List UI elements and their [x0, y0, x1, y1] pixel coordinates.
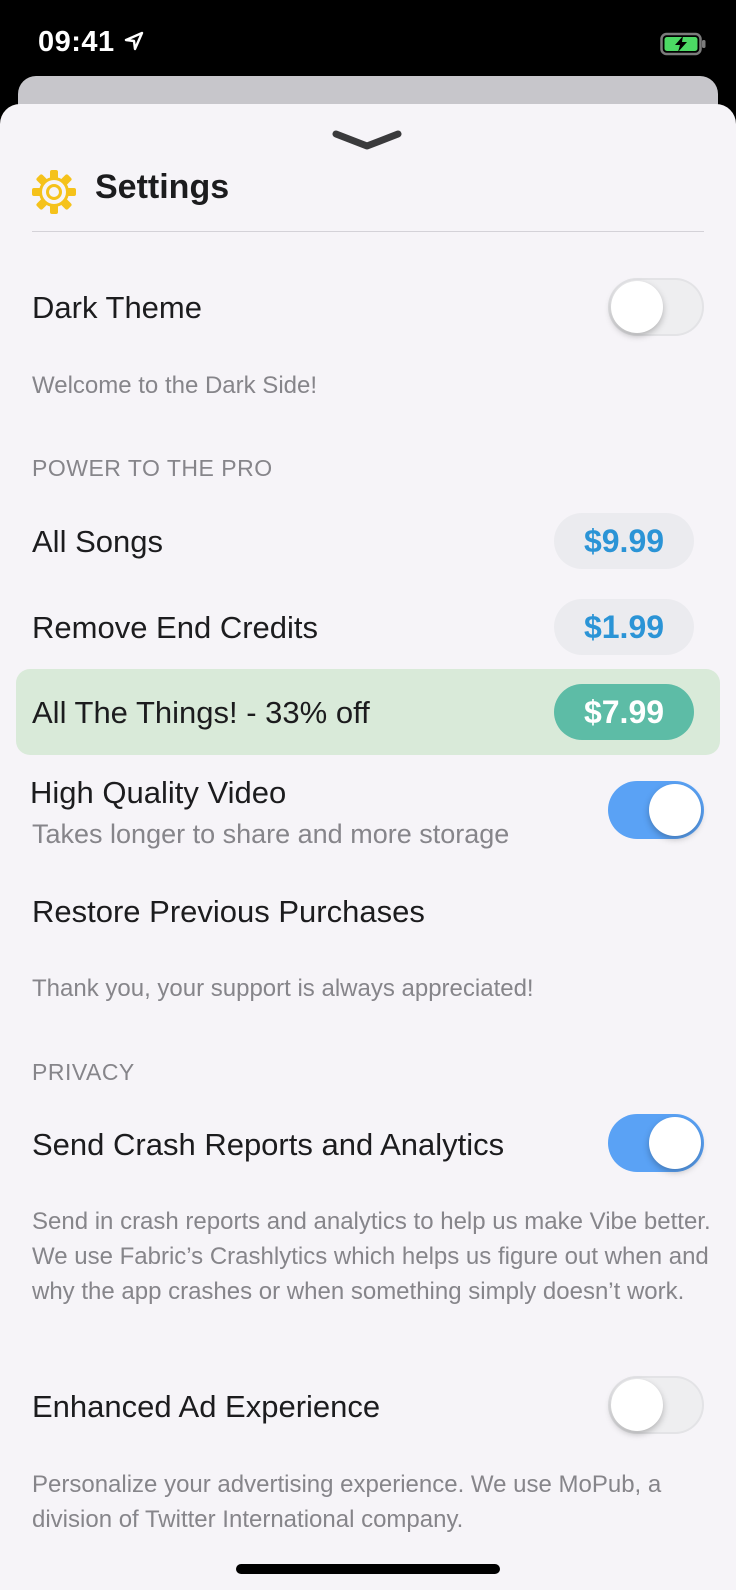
crash-reports-label: Send Crash Reports and Analytics: [32, 1127, 505, 1162]
status-time: 09:41: [38, 26, 115, 58]
pro-section-header: POWER TO THE PRO: [32, 455, 273, 481]
privacy-section-header: PRIVACY: [32, 1059, 135, 1085]
hq-video-toggle[interactable]: [608, 781, 704, 839]
battery-charging-icon: [660, 32, 708, 61]
settings-sheet: Settings Dark Theme Welcome to the Dark …: [0, 104, 736, 1590]
gear-icon: [30, 168, 78, 221]
dark-theme-label: Dark Theme: [32, 290, 202, 325]
enhanced-ads-label: Enhanced Ad Experience: [32, 1389, 381, 1424]
restore-purchases-button[interactable]: Restore Previous Purchases: [32, 894, 425, 930]
remove-credits-price-button[interactable]: $1.99: [554, 599, 694, 655]
header-divider: [32, 231, 704, 232]
crash-reports-footer: Send in crash reports and analytics to h…: [32, 1208, 711, 1305]
crash-reports-toggle[interactable]: [608, 1114, 704, 1172]
hq-video-sublabel: Takes longer to share and more storage: [32, 819, 510, 849]
dark-theme-toggle[interactable]: [608, 278, 704, 336]
toggle-knob: [611, 1379, 663, 1431]
toggle-knob: [649, 784, 701, 836]
all-the-things-label: All The Things! - 33% off: [32, 695, 370, 730]
chevron-down-icon[interactable]: [332, 128, 402, 159]
all-songs-price-button[interactable]: $9.99: [554, 513, 694, 569]
toggle-knob: [649, 1117, 701, 1169]
all-songs-label: All Songs: [32, 524, 163, 559]
location-arrow-icon: [124, 31, 144, 56]
page-title: Settings: [95, 168, 230, 206]
enhanced-ads-toggle[interactable]: [608, 1376, 704, 1434]
remove-credits-label: Remove End Credits: [32, 610, 319, 645]
toggle-knob: [611, 281, 663, 333]
all-the-things-price-button[interactable]: $7.99: [554, 684, 694, 740]
enhanced-ads-footer: Personalize your advertising experience.…: [32, 1471, 662, 1533]
dark-theme-footer: Welcome to the Dark Side!: [32, 372, 318, 399]
hq-video-label: High Quality Video: [30, 775, 287, 810]
pro-section-footer: Thank you, your support is always apprec…: [32, 975, 534, 1002]
home-indicator: [236, 1564, 500, 1574]
